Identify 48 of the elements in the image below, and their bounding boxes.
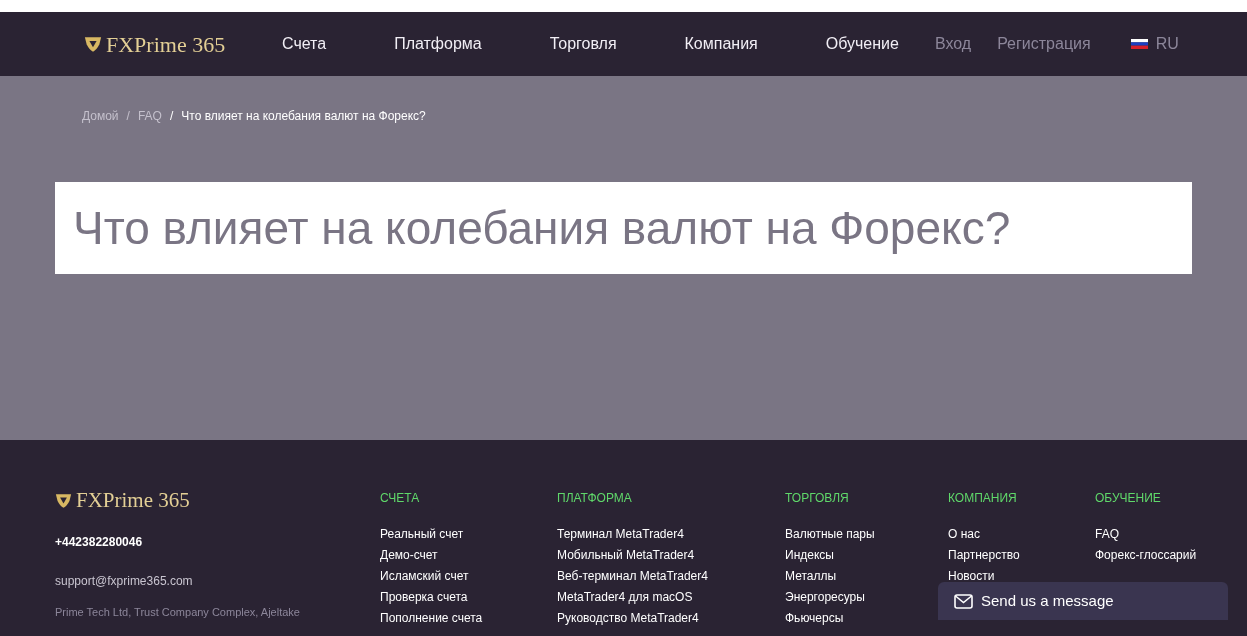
shield-logo-icon (55, 492, 72, 509)
russia-flag-icon (1130, 39, 1148, 49)
nav-link[interactable]: Торговля (549, 32, 617, 56)
footer-logo-text: FXPrime 365 (76, 487, 190, 514)
footer-column-heading: ПЛАТФОРМА (557, 490, 632, 507)
footer-link[interactable]: Руководство MetaTrader4 (557, 610, 699, 627)
nav-link[interactable]: Обучение (825, 32, 899, 56)
footer-link[interactable]: Новости (948, 568, 995, 585)
footer-link[interactable]: Валютные пары (785, 526, 875, 543)
envelope-icon (954, 593, 973, 609)
footer-link[interactable]: Веб-терминал MetaTrader4 (557, 568, 708, 585)
footer-link[interactable]: Реальный счет (380, 526, 464, 543)
logo-text: FXPrime 365 (106, 30, 226, 59)
breadcrumb-separator: / (169, 108, 174, 125)
footer-column-heading: СЧЕТА (380, 490, 420, 507)
company-address: Prime Tech Ltd, Trust Company Complex, Ajeltake (55, 604, 301, 620)
footer-link[interactable]: Энергоресуры (785, 589, 865, 606)
footer-link[interactable]: Фьючерсы (785, 610, 844, 627)
footer-link[interactable]: Форекс-глоссарий (1095, 547, 1197, 564)
footer-link[interactable]: Партнерство (948, 547, 1020, 564)
footer-link[interactable]: Терминал MetaTrader4 (557, 526, 684, 543)
chat-widget-button[interactable]: Send us a message (938, 582, 1228, 620)
footer-column-heading: ТОРГОВЛЯ (785, 490, 849, 507)
nav-link[interactable]: Платформа (394, 32, 482, 56)
footer-link[interactable]: FAQ (1095, 526, 1119, 543)
footer-column-heading: КОМПАНИЯ (948, 490, 1017, 507)
site-logo[interactable]: FXPrime 365 (84, 27, 280, 61)
footer-link[interactable]: Пополнение счета (380, 610, 483, 627)
shield-logo-icon (84, 35, 102, 53)
language-selector[interactable]: RU (1130, 32, 1179, 56)
footer-link[interactable]: Проверка счета (380, 589, 468, 606)
breadcrumb-separator: / (126, 108, 130, 125)
footer-link[interactable]: Индексы (785, 547, 834, 564)
footer-link[interactable]: Мобильный MetaTrader4 (557, 547, 695, 564)
nav-link[interactable]: Счета (282, 32, 327, 56)
email-link[interactable]: support@fxprime365.com (55, 571, 380, 590)
nav-link[interactable]: Компания (684, 32, 758, 56)
footer-column-heading: ОБУЧЕНИЕ (1095, 490, 1161, 507)
footer-link[interactable]: О нас (948, 526, 980, 543)
breadcrumb-current[interactable]: Что влияет на колебания валют на Форекс? (181, 107, 426, 125)
register-link[interactable]: Регистрация (997, 32, 1091, 56)
page-title: Что влияет на колебания валют на Форекс? (73, 200, 1011, 256)
footer-link[interactable]: MetaTrader4 для macOS (557, 589, 693, 606)
footer-link[interactable]: Демо-счет (380, 547, 438, 564)
footer-link[interactable]: Металлы (785, 568, 837, 585)
login-link[interactable]: Вход (934, 32, 972, 56)
phone-number: +442382280046 (55, 533, 144, 551)
footer-link[interactable]: Исламский счет (380, 568, 469, 585)
